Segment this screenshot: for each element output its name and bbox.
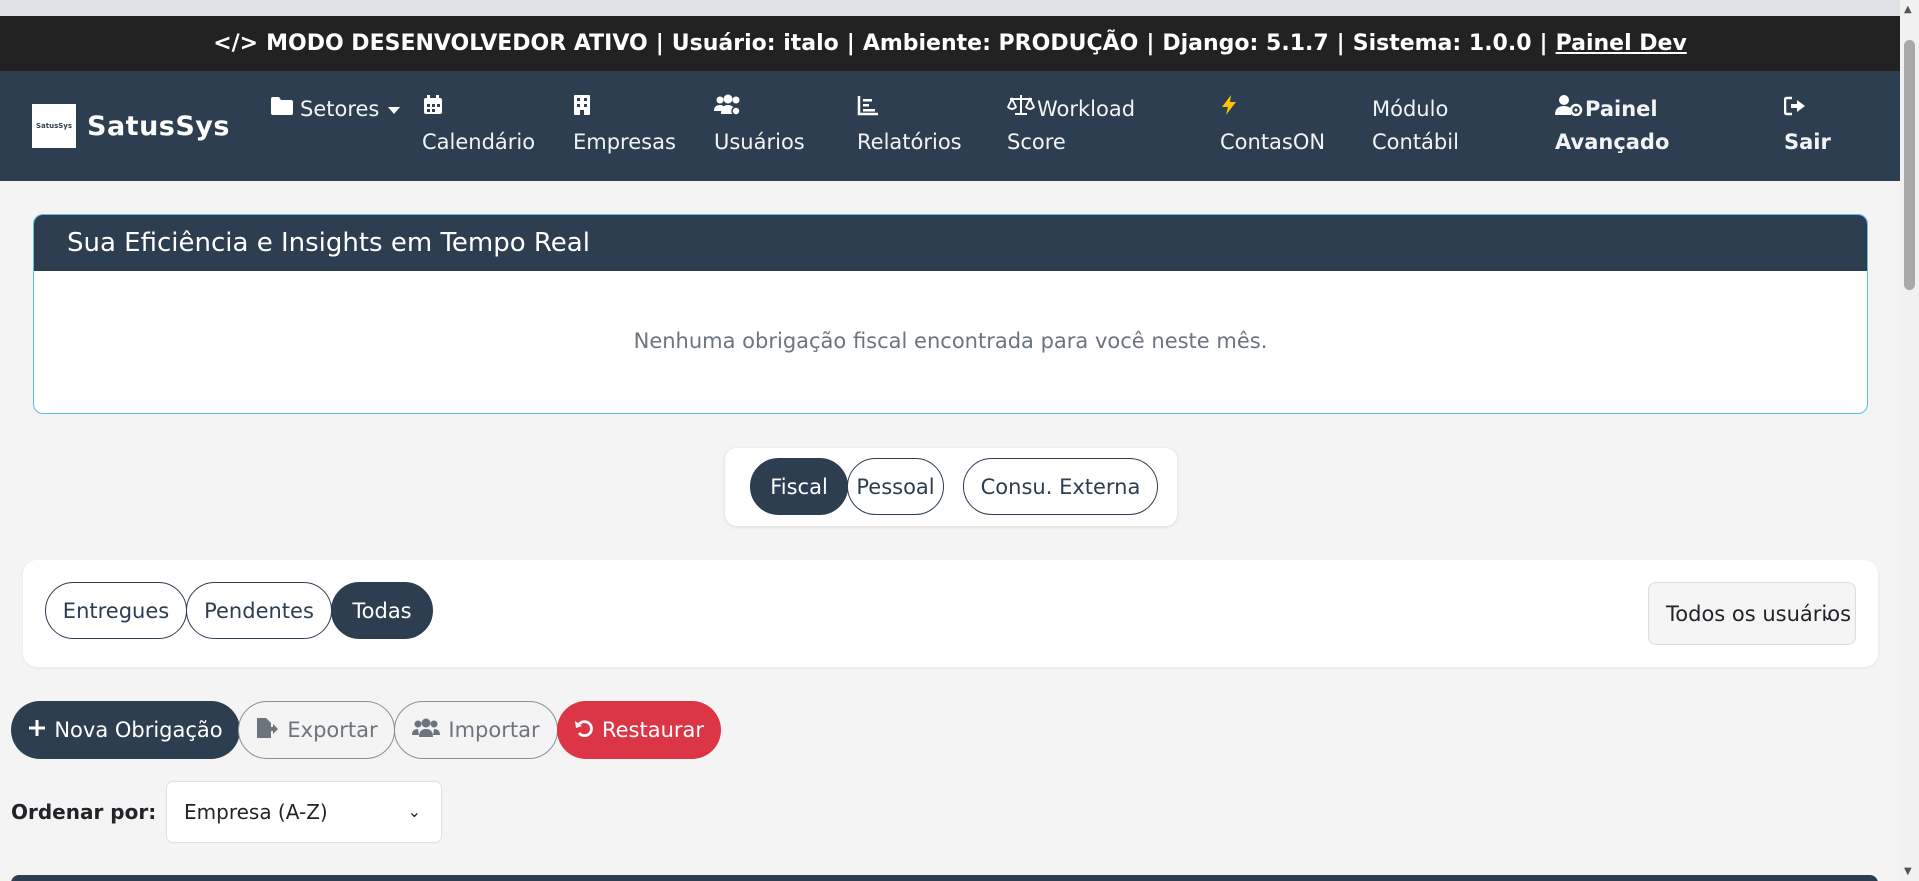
nav-empresas-label: Empresas xyxy=(573,130,676,154)
system-version: 1.0.0 xyxy=(1468,31,1532,56)
tab-pessoal[interactable]: Pessoal xyxy=(847,458,944,515)
nav-calendario-label: Calendário xyxy=(422,130,536,154)
nova-obrigacao-label: Nova Obrigação xyxy=(54,718,223,742)
tab-consultoria-externa[interactable]: Consu. Externa xyxy=(963,458,1158,515)
django-label: Django: xyxy=(1162,31,1259,56)
chart-icon xyxy=(857,93,883,126)
code-icon: </> xyxy=(213,31,259,56)
nav-contason-label: ContasON xyxy=(1220,130,1326,154)
env-label: Ambiente: xyxy=(862,31,991,56)
sector-tabs: Fiscal Pessoal Consu. Externa xyxy=(725,448,1177,526)
filter-card: Entregues Pendentes Todas xyxy=(23,560,1878,667)
folder-icon xyxy=(270,93,296,126)
insights-empty-message: Nenhuma obrigação fiscal encontrada para… xyxy=(633,329,1268,353)
separator: | xyxy=(846,31,855,56)
users-icon xyxy=(714,93,741,126)
users-icon xyxy=(412,718,441,743)
separator: | xyxy=(1146,31,1155,56)
brand-logo: SatusSys xyxy=(32,104,76,148)
undo-icon xyxy=(574,718,594,743)
scroll-thumb[interactable] xyxy=(1904,40,1915,290)
filter-entregues[interactable]: Entregues xyxy=(45,582,187,639)
importar-label: Importar xyxy=(448,718,540,742)
filter-todas[interactable]: Todas xyxy=(331,582,433,639)
chevron-down-icon: ⌄ xyxy=(1821,605,1835,624)
insights-title: Sua Eficiência e Insights em Tempo Real xyxy=(34,215,1867,271)
nav-empresas[interactable]: Empresas xyxy=(573,93,676,159)
nav-modulo-label-1: Módulo xyxy=(1372,97,1449,121)
sort-select-value: Empresa (A-Z) xyxy=(184,800,328,824)
importar-button[interactable]: Importar xyxy=(394,701,558,759)
system-label: Sistema: xyxy=(1352,31,1462,56)
sort-label: Ordenar por: xyxy=(11,800,157,824)
separator: | xyxy=(1539,31,1548,56)
dev-mode-text: MODO DESENVOLVEDOR ATIVO xyxy=(266,31,648,56)
nav-relatorios-label: Relatórios xyxy=(857,130,962,154)
calendar-icon xyxy=(422,93,448,126)
nav-modulo-label-2: Contábil xyxy=(1372,130,1459,154)
nav-modulo-contabil[interactable]: Módulo Contábil xyxy=(1372,93,1459,159)
nav-painel-avancado[interactable]: Painel Avançado xyxy=(1555,93,1669,159)
django-version: 5.1.7 xyxy=(1266,31,1329,56)
separator: | xyxy=(655,31,664,56)
nav-usuarios-label: Usuários xyxy=(714,130,805,154)
table-header-edge xyxy=(11,875,1878,881)
plus-icon xyxy=(28,718,46,742)
nav-sair[interactable]: Sair xyxy=(1783,93,1831,159)
nav-calendario[interactable]: Calendário xyxy=(422,93,535,159)
exportar-label: Exportar xyxy=(287,718,378,742)
sign-out-icon xyxy=(1783,93,1810,126)
nav-contason[interactable]: ContasON xyxy=(1220,93,1325,159)
file-export-icon xyxy=(255,717,279,744)
nav-setores-label: Setores xyxy=(300,97,380,121)
user-gear-icon xyxy=(1555,93,1583,126)
page-scrollbar[interactable]: ▲ ▼ xyxy=(1900,0,1919,881)
scale-icon xyxy=(1006,93,1036,126)
chevron-down-icon xyxy=(388,106,401,114)
user-filter-select[interactable]: Todos os usuários ⌄ xyxy=(1648,582,1856,645)
building-icon xyxy=(573,93,599,126)
env-value: PRODUÇÃO xyxy=(998,31,1139,56)
user-label: Usuário: xyxy=(671,31,776,56)
restaurar-label: Restaurar xyxy=(601,718,705,742)
insights-card: Sua Eficiência e Insights em Tempo Real … xyxy=(33,214,1868,414)
nav-usuarios[interactable]: Usuários xyxy=(714,93,805,159)
developer-mode-banner: </> MODO DESENVOLVEDOR ATIVO | Usuário: … xyxy=(0,16,1900,71)
tab-fiscal[interactable]: Fiscal xyxy=(750,458,848,515)
brand[interactable]: SatusSys SatusSys xyxy=(32,104,230,148)
nav-painel-label-2: Avançado xyxy=(1555,130,1670,154)
painel-dev-link[interactable]: Painel Dev xyxy=(1556,31,1687,56)
restaurar-button[interactable]: Restaurar xyxy=(557,701,721,759)
nav-sair-label: Sair xyxy=(1784,130,1831,154)
logo-text: SatusSys xyxy=(35,122,73,130)
scroll-up-arrow[interactable]: ▲ xyxy=(1904,4,1912,15)
scroll-down-arrow[interactable]: ▼ xyxy=(1904,866,1912,877)
sort-select[interactable]: Empresa (A-Z) ⌄ xyxy=(166,781,442,843)
nova-obrigacao-button[interactable]: Nova Obrigação xyxy=(11,701,240,759)
nav-workload-score[interactable]: Workload Score xyxy=(1006,93,1136,159)
chevron-down-icon: ⌄ xyxy=(407,802,421,821)
separator: | xyxy=(1336,31,1345,56)
nav-workload-label-2: Score xyxy=(1007,130,1066,154)
nav-relatorios[interactable]: Relatórios xyxy=(857,93,962,159)
main-navbar: SatusSys SatusSys Setores Calendário Emp… xyxy=(0,71,1900,181)
bolt-icon xyxy=(1220,93,1246,126)
exportar-button[interactable]: Exportar xyxy=(238,701,395,759)
filter-pendentes[interactable]: Pendentes xyxy=(186,582,332,639)
nav-painel-label-1: Painel xyxy=(1585,97,1658,121)
nav-setores-dropdown[interactable]: Setores xyxy=(270,93,401,126)
user-value: italo xyxy=(783,31,839,56)
brand-name: SatusSys xyxy=(87,110,230,142)
nav-workload-label-1: Workload xyxy=(1037,97,1136,121)
browser-top-strip xyxy=(0,0,1900,16)
